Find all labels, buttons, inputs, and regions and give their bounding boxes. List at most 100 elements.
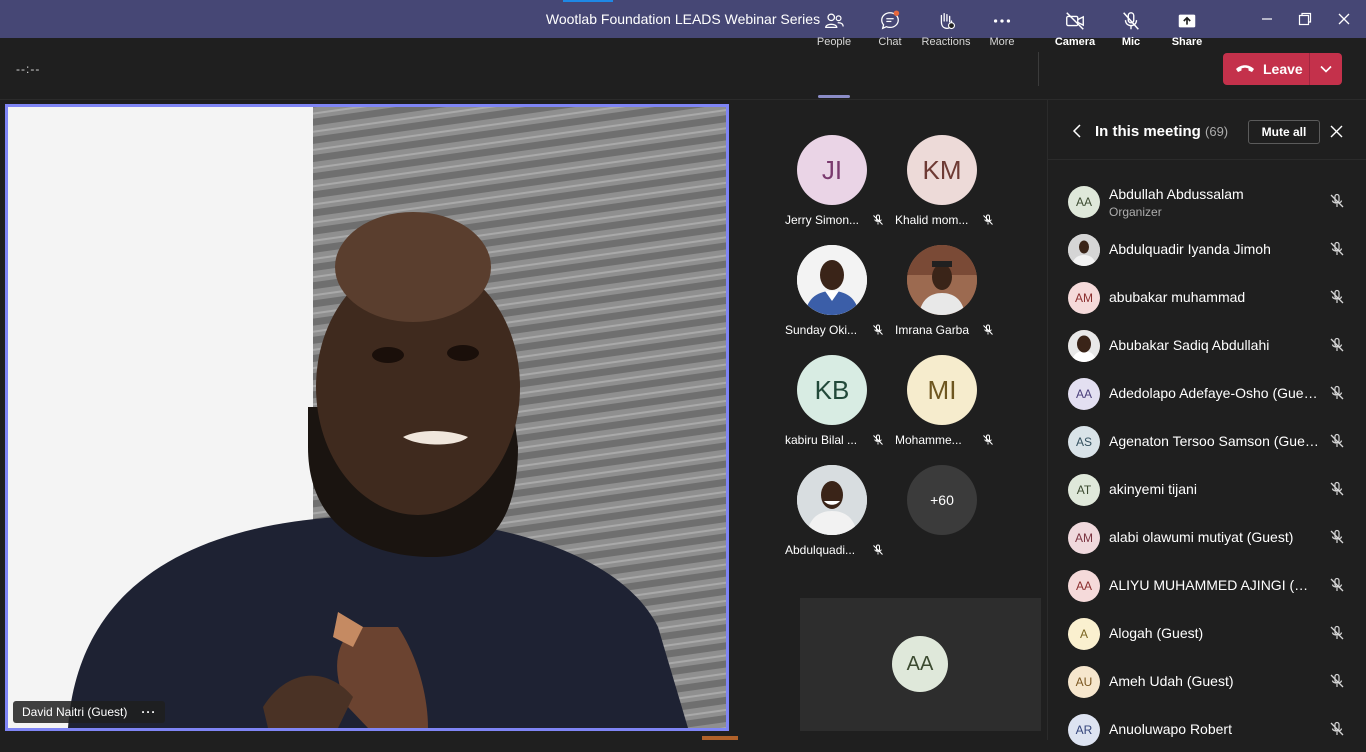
- avatar: AA: [1068, 186, 1100, 218]
- participant-name: kabiru Bilal ...: [785, 433, 858, 447]
- mic-off-icon[interactable]: [1329, 577, 1345, 593]
- mic-off-icon: [983, 214, 993, 225]
- camera-button[interactable]: Camera: [1048, 10, 1102, 58]
- leave-options-button[interactable]: [1310, 53, 1342, 85]
- chat-icon: [881, 10, 900, 30]
- avatar: AS: [1068, 426, 1100, 458]
- participant-tile[interactable]: Sunday Oki...: [785, 245, 895, 345]
- raise-hand-icon: [940, 13, 955, 30]
- participant-row[interactable]: AS Agenaton Tersoo Samson (Guest): [1048, 416, 1366, 464]
- mic-off-icon[interactable]: [1329, 529, 1345, 545]
- main-video-stage[interactable]: David Naitri (Guest) ···: [5, 104, 729, 731]
- chevron-left-icon[interactable]: [1072, 124, 1082, 138]
- leave-label: Leave: [1263, 61, 1303, 77]
- more-actions-button[interactable]: More: [975, 10, 1029, 58]
- speaker-more-button[interactable]: ···: [141, 705, 156, 719]
- mic-button[interactable]: Mic: [1104, 10, 1158, 58]
- participant-tile[interactable]: KB kabiru Bilal ...: [785, 355, 895, 455]
- participant-tile[interactable]: Abdulquadi...: [785, 465, 895, 565]
- reactions-button[interactable]: Reactions: [919, 10, 973, 58]
- participants-list: AA Abdullah Abdussalam Organizer Abdulqu…: [1048, 176, 1366, 752]
- chat-button[interactable]: Chat: [863, 10, 917, 58]
- panel-title-text: In this meeting: [1095, 123, 1201, 140]
- avatar: AA: [1068, 570, 1100, 602]
- avatar: MI: [907, 355, 977, 425]
- participant-row[interactable]: AA Adedolapo Adefaye-Osho (Guest): [1048, 368, 1366, 416]
- mic-off-icon[interactable]: [1329, 337, 1345, 353]
- participant-name: Adedolapo Adefaye-Osho (Guest): [1109, 385, 1319, 401]
- mic-label: Mic: [1121, 36, 1141, 48]
- avatar: JI: [797, 135, 867, 205]
- avatar-initials: A: [1079, 627, 1088, 641]
- more-participants-button[interactable]: +60: [907, 465, 977, 535]
- mic-off-icon[interactable]: [1329, 433, 1345, 449]
- participant-name: Abdulquadir Iyanda Jimoh: [1109, 241, 1271, 257]
- speaker-name-badge: David Naitri (Guest) ···: [13, 701, 166, 723]
- avatar-initials: AU: [1075, 675, 1093, 689]
- participant-tile[interactable]: Imrana Garba: [895, 245, 1005, 345]
- share-screen-icon: [1178, 14, 1196, 28]
- mute-all-button[interactable]: Mute all: [1248, 120, 1320, 144]
- participant-row[interactable]: A Alogah (Guest): [1048, 608, 1366, 656]
- participant-tile[interactable]: MI Mohamme...: [895, 355, 1005, 455]
- mic-off-icon[interactable]: [1329, 385, 1345, 401]
- profile-photo: [1068, 234, 1100, 266]
- restore-icon: [1298, 12, 1312, 26]
- participant-name: Imrana Garba: [895, 323, 970, 337]
- mic-off-icon: [1123, 12, 1139, 30]
- chat-label: Chat: [878, 36, 902, 48]
- panel-title: In this meeting (69): [1095, 123, 1228, 140]
- title-accent: [563, 0, 613, 2]
- participant-name: Alogah (Guest): [1109, 625, 1204, 641]
- participant-name: Ameh Udah (Guest): [1109, 673, 1234, 689]
- participant-name: alabi olawumi mutiyat (Guest): [1109, 529, 1294, 545]
- participant-row[interactable]: Abdulquadir Iyanda Jimoh: [1048, 224, 1366, 272]
- close-icon: [1338, 13, 1350, 25]
- minimize-button[interactable]: [1256, 8, 1278, 30]
- participant-row[interactable]: AM alabi olawumi mutiyat (Guest): [1048, 512, 1366, 560]
- participant-row[interactable]: Abubakar Sadiq Abdullahi: [1048, 320, 1366, 368]
- close-window-button[interactable]: [1333, 8, 1355, 30]
- mic-off-icon[interactable]: [1329, 721, 1345, 737]
- participant-name: Sunday Oki...: [785, 323, 858, 337]
- meeting-timer: --:--: [16, 62, 41, 76]
- mic-off-icon[interactable]: [1329, 673, 1345, 689]
- mic-off-icon[interactable]: [1329, 193, 1345, 209]
- people-label: People: [816, 36, 852, 48]
- participant-count: (69): [1205, 124, 1229, 139]
- avatar: AR: [1068, 714, 1100, 746]
- mic-off-icon[interactable]: [1329, 289, 1345, 305]
- participant-name: Abdullah Abdussalam: [1109, 186, 1244, 202]
- avatar-initials: AM: [1075, 531, 1093, 545]
- more-label: More: [989, 36, 1015, 48]
- avatar-initials: AA: [1075, 387, 1092, 401]
- mic-off-icon: [983, 324, 993, 335]
- leave-button[interactable]: Leave: [1223, 53, 1342, 85]
- participant-tile[interactable]: KM Khalid mom...: [895, 135, 1005, 235]
- avatar-photo: [797, 465, 867, 535]
- participant-row[interactable]: AU Ameh Udah (Guest): [1048, 656, 1366, 704]
- participants-panel: In this meeting (69) Mute all AA Abdulla…: [1047, 100, 1366, 746]
- self-video-tile[interactable]: AA: [800, 598, 1041, 731]
- avatar-photo: [907, 245, 977, 315]
- participant-row[interactable]: AM abubakar muhammad: [1048, 272, 1366, 320]
- participant-name: akinyemi tijani: [1109, 481, 1197, 497]
- mic-off-icon[interactable]: [1329, 241, 1345, 257]
- participant-name: Mohamme...: [895, 433, 962, 447]
- participant-name: Abdulquadi...: [785, 543, 856, 557]
- participant-name: ALIYU MUHAMMED AJINGI (Gu...: [1109, 577, 1319, 593]
- restore-button[interactable]: [1294, 8, 1316, 30]
- participant-row[interactable]: AA Abdullah Abdussalam Organizer: [1048, 176, 1366, 224]
- avatar-photo: [1068, 330, 1100, 362]
- leave-main-button[interactable]: Leave: [1223, 53, 1309, 85]
- participant-row[interactable]: AR Anuoluwapo Robert: [1048, 704, 1366, 752]
- participant-row[interactable]: AA ALIYU MUHAMMED AJINGI (Gu...: [1048, 560, 1366, 608]
- mic-off-icon[interactable]: [1329, 481, 1345, 497]
- participant-tile[interactable]: JI Jerry Simon...: [785, 135, 895, 235]
- close-panel-icon[interactable]: [1330, 125, 1343, 138]
- share-button[interactable]: Share: [1160, 10, 1214, 58]
- mic-off-icon[interactable]: [1329, 625, 1345, 641]
- participant-row[interactable]: AT akinyemi tijani: [1048, 464, 1366, 512]
- participant-name: Agenaton Tersoo Samson (Guest): [1109, 433, 1319, 449]
- people-button[interactable]: People: [807, 10, 861, 58]
